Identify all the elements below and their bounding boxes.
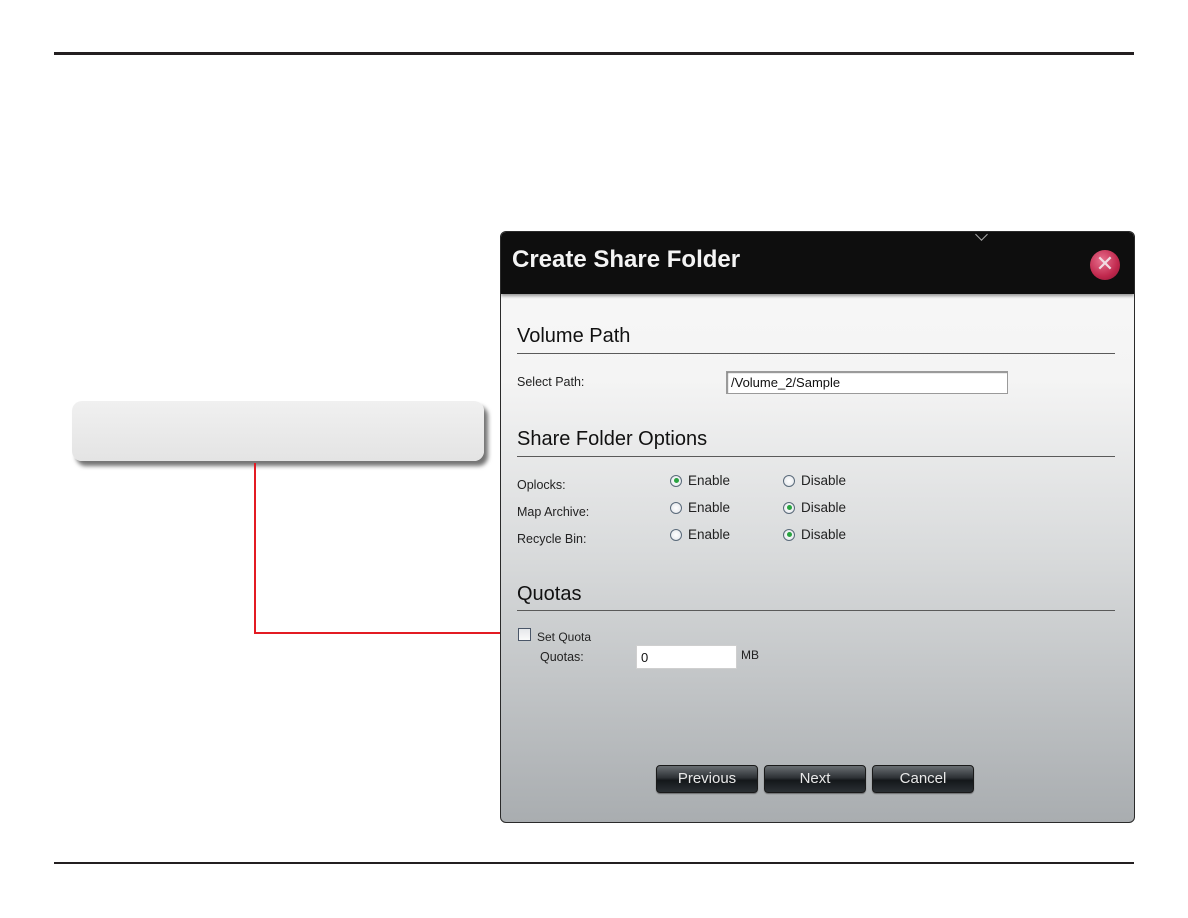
callout-connector-vertical — [254, 463, 256, 634]
dialog-header: Create Share Folder ✕ — [501, 232, 1134, 294]
map-archive-label: Map Archive: — [517, 505, 590, 519]
recycle-bin-enable-radio[interactable]: Enable — [670, 527, 730, 542]
bottom-rule — [54, 862, 1134, 864]
divider — [517, 456, 1115, 457]
cancel-button[interactable]: Cancel — [872, 765, 974, 793]
radio-selected-icon — [783, 528, 795, 541]
radio-label: Enable — [688, 500, 731, 515]
quotas-label: Quotas: — [540, 650, 584, 664]
radio-label: Disable — [801, 473, 847, 488]
top-rule — [54, 52, 1134, 55]
dialog-title: Create Share Folder — [512, 246, 741, 273]
quotas-unit: MB — [741, 648, 759, 662]
map-archive-disable-radio[interactable]: Disable — [783, 500, 846, 515]
volume-path-heading: Volume Path — [517, 325, 631, 347]
radio-unselected-icon — [670, 501, 682, 514]
divider — [517, 353, 1115, 354]
radio-unselected-icon — [783, 474, 795, 487]
radio-label: Disable — [801, 500, 847, 515]
oplocks-enable-radio[interactable]: Enable — [670, 473, 730, 488]
close-icon: ✕ — [1095, 252, 1115, 277]
radio-selected-icon — [783, 501, 795, 514]
set-quota-label: Set Quota — [537, 630, 592, 644]
select-path-input[interactable]: /Volume_2/Sample — [726, 371, 1008, 394]
callout-connector-horizontal — [254, 632, 506, 634]
radio-unselected-icon — [670, 528, 682, 541]
radio-label: Disable — [801, 527, 847, 542]
callout-box — [72, 401, 484, 461]
create-share-folder-dialog: Create Share Folder ✕ Volume Path Select… — [500, 231, 1135, 823]
notch-icon — [975, 232, 988, 241]
select-path-label: Select Path: — [517, 375, 585, 389]
oplocks-disable-radio[interactable]: Disable — [783, 473, 846, 488]
previous-button[interactable]: Previous — [656, 765, 758, 793]
quotas-heading: Quotas — [517, 583, 582, 605]
oplocks-label: Oplocks: — [517, 478, 566, 492]
recycle-bin-label: Recycle Bin: — [517, 532, 587, 546]
close-button[interactable]: ✕ — [1090, 250, 1120, 280]
recycle-bin-disable-radio[interactable]: Disable — [783, 527, 846, 542]
radio-label: Enable — [688, 527, 731, 542]
radio-selected-icon — [670, 474, 682, 487]
share-folder-options-heading: Share Folder Options — [517, 428, 708, 450]
quotas-input[interactable]: 0 — [636, 645, 737, 669]
radio-label: Enable — [688, 473, 731, 488]
map-archive-enable-radio[interactable]: Enable — [670, 500, 730, 515]
set-quota-checkbox[interactable] — [518, 628, 531, 641]
divider — [517, 610, 1115, 611]
next-button[interactable]: Next — [764, 765, 866, 793]
